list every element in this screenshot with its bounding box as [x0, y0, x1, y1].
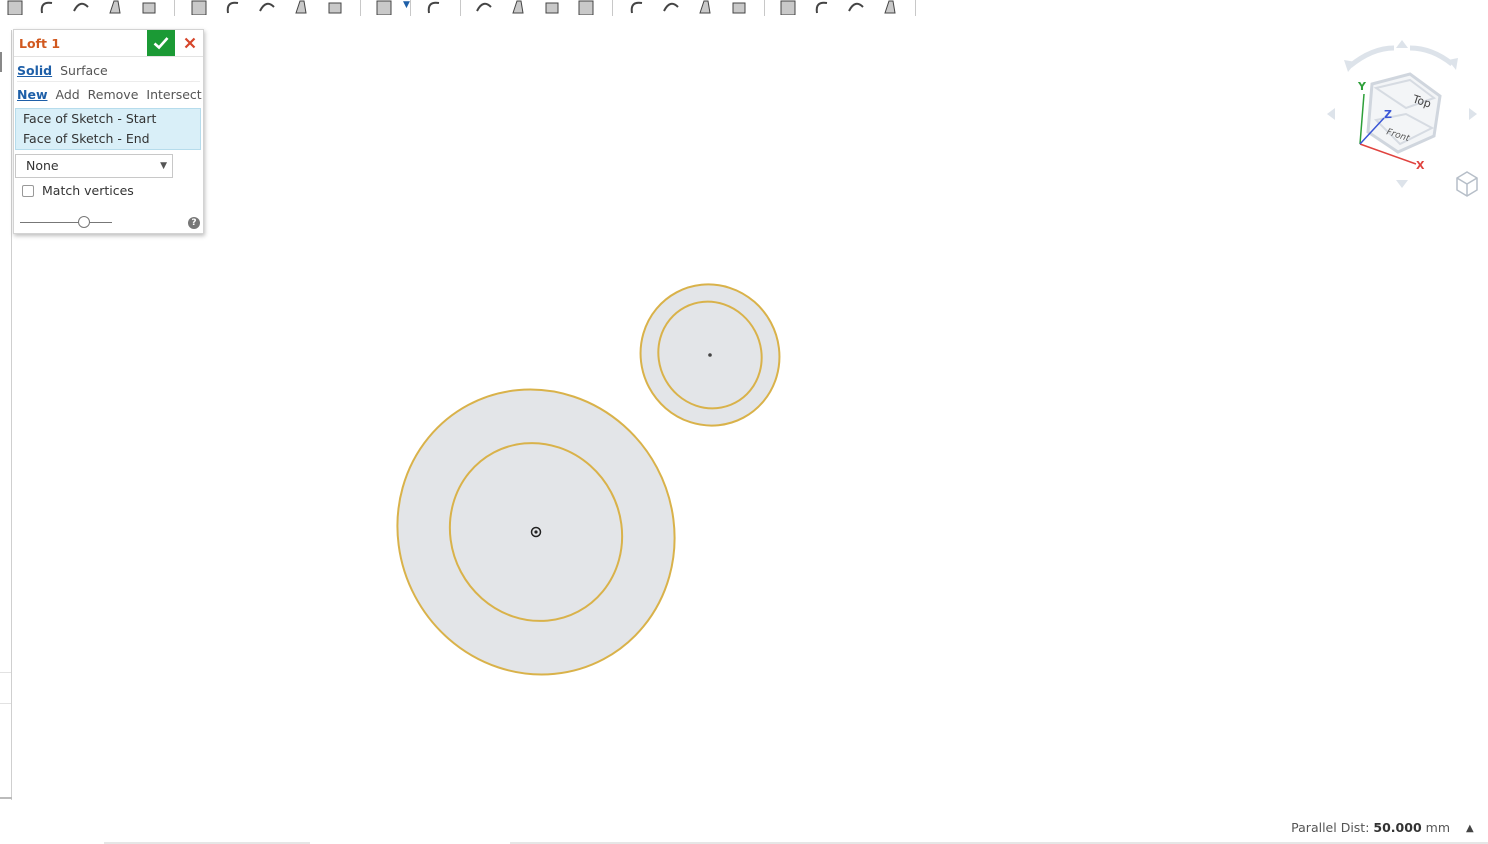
measure-value: 50.000: [1373, 820, 1422, 835]
center-dot: [534, 530, 538, 534]
accept-button[interactable]: [147, 30, 175, 56]
rotate-ccw-icon[interactable]: [1348, 45, 1395, 68]
dialog-header: Loft 1: [14, 30, 203, 57]
arrow-down-icon[interactable]: [1396, 180, 1408, 188]
selection-item[interactable]: Face of Sketch - End: [23, 131, 150, 146]
graphics-viewport[interactable]: [0, 0, 1488, 844]
operation-row: New Add Remove Intersect: [17, 85, 206, 105]
y-axis-label: Y: [1357, 80, 1367, 93]
dialog-title: Loft 1: [19, 36, 61, 51]
view-cube-menu-icon[interactable]: [1455, 170, 1479, 198]
expand-measure-icon[interactable]: ▲: [1466, 823, 1474, 834]
sketch-profile-end[interactable]: [616, 260, 805, 450]
slider-track[interactable]: [20, 222, 112, 223]
rotate-cw-icon[interactable]: [1409, 45, 1454, 66]
checkmark-icon: [153, 37, 169, 50]
arrow-left-icon[interactable]: [1327, 108, 1335, 120]
loft-dialog: Loft 1 Solid Surface New Add Remove Inte…: [13, 29, 204, 234]
new-option[interactable]: New: [17, 87, 48, 102]
measure-label: Parallel Dist:: [1291, 820, 1370, 835]
rotate-arrowhead: [1344, 60, 1356, 72]
add-option[interactable]: Add: [55, 87, 79, 102]
solid-option[interactable]: Solid: [17, 63, 52, 78]
remove-option[interactable]: Remove: [88, 87, 139, 102]
chevron-down-icon: ▼: [160, 161, 167, 171]
intersect-option[interactable]: Intersect: [146, 87, 201, 102]
end-condition-select[interactable]: None ▼: [15, 154, 173, 178]
match-vertices-checkbox[interactable]: [22, 185, 34, 197]
x-axis-label: X: [1416, 159, 1425, 172]
help-icon[interactable]: ?: [188, 217, 200, 229]
selection-item[interactable]: Face of Sketch - Start: [23, 111, 156, 126]
match-vertices-label: Match vertices: [42, 183, 134, 198]
measure-status: Parallel Dist: 50.000 mm: [1291, 820, 1450, 835]
cancel-button[interactable]: [178, 30, 202, 56]
surface-option[interactable]: Surface: [60, 63, 108, 78]
z-axis-label: Z: [1384, 108, 1392, 121]
end-condition-value: None: [26, 158, 59, 173]
profiles-selection-list[interactable]: Face of Sketch - Start Face of Sketch - …: [15, 108, 201, 150]
y-axis: [1359, 93, 1365, 145]
arrow-right-icon[interactable]: [1469, 108, 1477, 120]
measure-unit: mm: [1425, 820, 1450, 835]
close-icon: [184, 37, 196, 49]
body-type-row: Solid Surface: [17, 61, 200, 82]
center-point[interactable]: [708, 353, 712, 357]
slider-handle[interactable]: [78, 216, 91, 228]
arrow-up-icon[interactable]: [1396, 40, 1408, 48]
